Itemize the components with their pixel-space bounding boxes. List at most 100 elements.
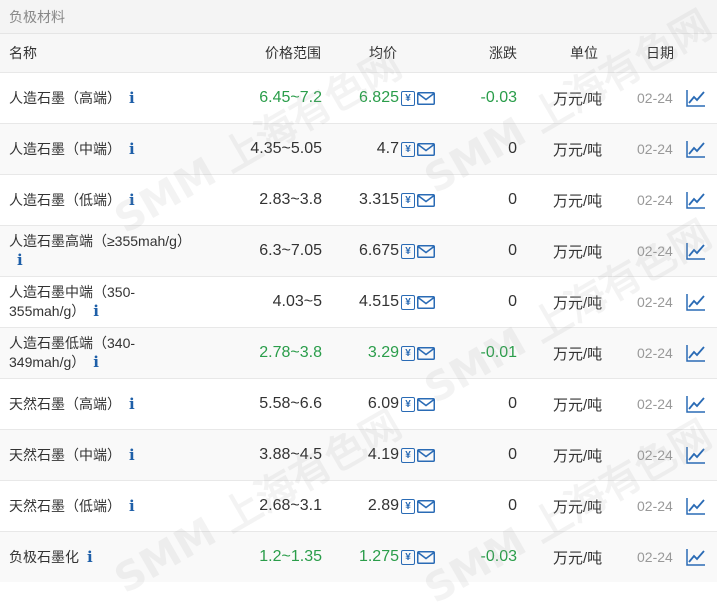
date: 02-24 — [637, 90, 673, 106]
date: 02-24 — [637, 192, 673, 208]
trend-chart-icon[interactable] — [686, 191, 706, 209]
info-icon[interactable]: i — [129, 89, 135, 107]
header-change: 涨跌 — [489, 45, 517, 61]
action-icons: ¥ — [401, 192, 435, 208]
action-icons: ¥ — [401, 90, 435, 106]
average-price: 2.89 — [367, 497, 399, 514]
info-icon[interactable]: i — [129, 395, 135, 413]
info-icon[interactable]: i — [87, 548, 93, 566]
date: 02-24 — [637, 396, 673, 412]
average-price: 3.29 — [367, 344, 399, 361]
product-name-cell: 负极石墨化 i — [9, 532, 184, 582]
date: 02-24 — [637, 549, 673, 565]
product-name[interactable]: 人造石墨（中端） — [9, 141, 121, 157]
product-name[interactable]: 负极石墨化 — [9, 549, 79, 565]
info-icon[interactable]: i — [93, 302, 99, 320]
info-icon[interactable]: i — [129, 446, 135, 464]
price-range: 6.3~7.05 — [259, 242, 322, 259]
table-row[interactable]: 人造石墨高端（≥355mah/g） i 6.3~7.05 6.675 ¥0 万元/吨 02-… — [0, 225, 717, 276]
action-icons: ¥ — [401, 294, 435, 310]
yen-icon[interactable]: ¥ — [401, 243, 415, 259]
unit: 万元/吨 — [553, 294, 603, 312]
trend-chart-icon[interactable] — [686, 242, 706, 260]
product-name[interactable]: 天然石墨（低端） — [9, 498, 121, 514]
product-name-cell: 天然石墨（低端） i — [9, 481, 184, 531]
product-name[interactable]: 天然石墨（中端） — [9, 447, 121, 463]
product-name[interactable]: 人造石墨（低端） — [9, 192, 121, 208]
product-name[interactable]: 人造石墨（高端） — [9, 90, 121, 106]
price-range: 2.78~3.8 — [259, 344, 322, 361]
mail-icon[interactable] — [417, 346, 435, 360]
table-row[interactable]: 天然石墨（高端） i 5.58~6.6 6.09 ¥0 万元/吨 02-24 — [0, 378, 717, 429]
mail-icon[interactable] — [417, 295, 435, 309]
price-change: 0 — [508, 497, 517, 514]
action-icons: ¥ — [401, 345, 435, 361]
info-icon[interactable]: i — [129, 191, 135, 209]
table-row[interactable]: 负极石墨化 i 1.2~1.35 1.275 ¥ -0.03 万元/吨 02-24 — [0, 531, 717, 582]
info-icon[interactable]: i — [129, 497, 135, 515]
header-unit: 单位 — [570, 45, 598, 61]
yen-icon[interactable]: ¥ — [401, 447, 415, 463]
product-name[interactable]: 人造石墨中端（350-355mah/g） — [9, 284, 135, 319]
price-range: 4.35~5.05 — [250, 140, 322, 157]
mail-icon[interactable] — [417, 550, 435, 564]
table-row[interactable]: 人造石墨低端（340-349mah/g） i 2.78~3.8 3.29 ¥ -0.01 万… — [0, 327, 717, 378]
average-price: 1.275 — [358, 548, 399, 565]
mail-icon[interactable] — [417, 499, 435, 513]
table-row[interactable]: 人造石墨（高端） i 6.45~7.2 6.825 ¥ -0.03 万元/吨 02-24 — [0, 72, 717, 123]
action-icons: ¥ — [401, 447, 435, 463]
price-range: 2.83~3.8 — [259, 191, 322, 208]
unit: 万元/吨 — [553, 243, 603, 261]
yen-icon[interactable]: ¥ — [401, 192, 415, 208]
info-icon[interactable]: i — [129, 140, 135, 158]
unit: 万元/吨 — [553, 345, 603, 363]
trend-chart-icon[interactable] — [686, 344, 706, 362]
info-icon[interactable]: i — [17, 251, 23, 269]
product-name-cell: 人造石墨（低端） i — [9, 175, 184, 225]
table-row[interactable]: 人造石墨中端（350-355mah/g） i 4.03~5 4.515 ¥0 万元/吨 02… — [0, 276, 717, 327]
table-header: 名称 价格范围 均价 涨跌 单位 日期 — [0, 34, 717, 72]
product-name-cell: 人造石墨低端（340-349mah/g） i — [9, 328, 184, 378]
yen-icon[interactable]: ¥ — [401, 345, 415, 361]
yen-icon[interactable]: ¥ — [401, 141, 415, 157]
average-price: 3.315 — [358, 191, 399, 208]
table-row[interactable]: 天然石墨（中端） i 3.88~4.5 4.19 ¥0 万元/吨 02-24 — [0, 429, 717, 480]
table-row[interactable]: 人造石墨（中端） i 4.35~5.05 4.7 ¥0 万元/吨 02-24 — [0, 123, 717, 174]
price-change: 0 — [508, 395, 517, 412]
trend-chart-icon[interactable] — [686, 395, 706, 413]
price-range: 1.2~1.35 — [259, 548, 322, 565]
yen-icon[interactable]: ¥ — [401, 90, 415, 106]
product-name[interactable]: 人造石墨高端（≥355mah/g） — [9, 233, 191, 249]
yen-icon[interactable]: ¥ — [401, 396, 415, 412]
trend-chart-icon[interactable] — [686, 140, 706, 158]
header-date: 日期 — [646, 45, 674, 61]
trend-chart-icon[interactable] — [686, 89, 706, 107]
mail-icon[interactable] — [417, 193, 435, 207]
trend-chart-icon[interactable] — [686, 446, 706, 464]
price-change: 0 — [508, 446, 517, 463]
info-icon[interactable]: i — [93, 353, 99, 371]
table-row[interactable]: 人造石墨（低端） i 2.83~3.8 3.315 ¥0 万元/吨 02-24 — [0, 174, 717, 225]
date: 02-24 — [637, 141, 673, 157]
mail-icon[interactable] — [417, 142, 435, 156]
product-name-cell: 人造石墨（中端） i — [9, 124, 184, 174]
date: 02-24 — [637, 447, 673, 463]
product-name-cell: 人造石墨高端（≥355mah/g） i — [9, 226, 191, 276]
mail-icon[interactable] — [417, 244, 435, 258]
mail-icon[interactable] — [417, 91, 435, 105]
mail-icon[interactable] — [417, 448, 435, 462]
product-name[interactable]: 天然石墨（高端） — [9, 396, 121, 412]
trend-chart-icon[interactable] — [686, 548, 706, 566]
price-change: 0 — [508, 293, 517, 310]
yen-icon[interactable]: ¥ — [401, 549, 415, 565]
yen-icon[interactable]: ¥ — [401, 498, 415, 514]
table-row[interactable]: 天然石墨（低端） i 2.68~3.1 2.89 ¥0 万元/吨 02-24 — [0, 480, 717, 531]
product-name[interactable]: 人造石墨低端（340-349mah/g） — [9, 335, 135, 370]
trend-chart-icon[interactable] — [686, 293, 706, 311]
mail-icon[interactable] — [417, 397, 435, 411]
trend-chart-icon[interactable] — [686, 497, 706, 515]
date: 02-24 — [637, 243, 673, 259]
date: 02-24 — [637, 345, 673, 361]
product-name-cell: 人造石墨中端（350-355mah/g） i — [9, 277, 184, 327]
yen-icon[interactable]: ¥ — [401, 294, 415, 310]
